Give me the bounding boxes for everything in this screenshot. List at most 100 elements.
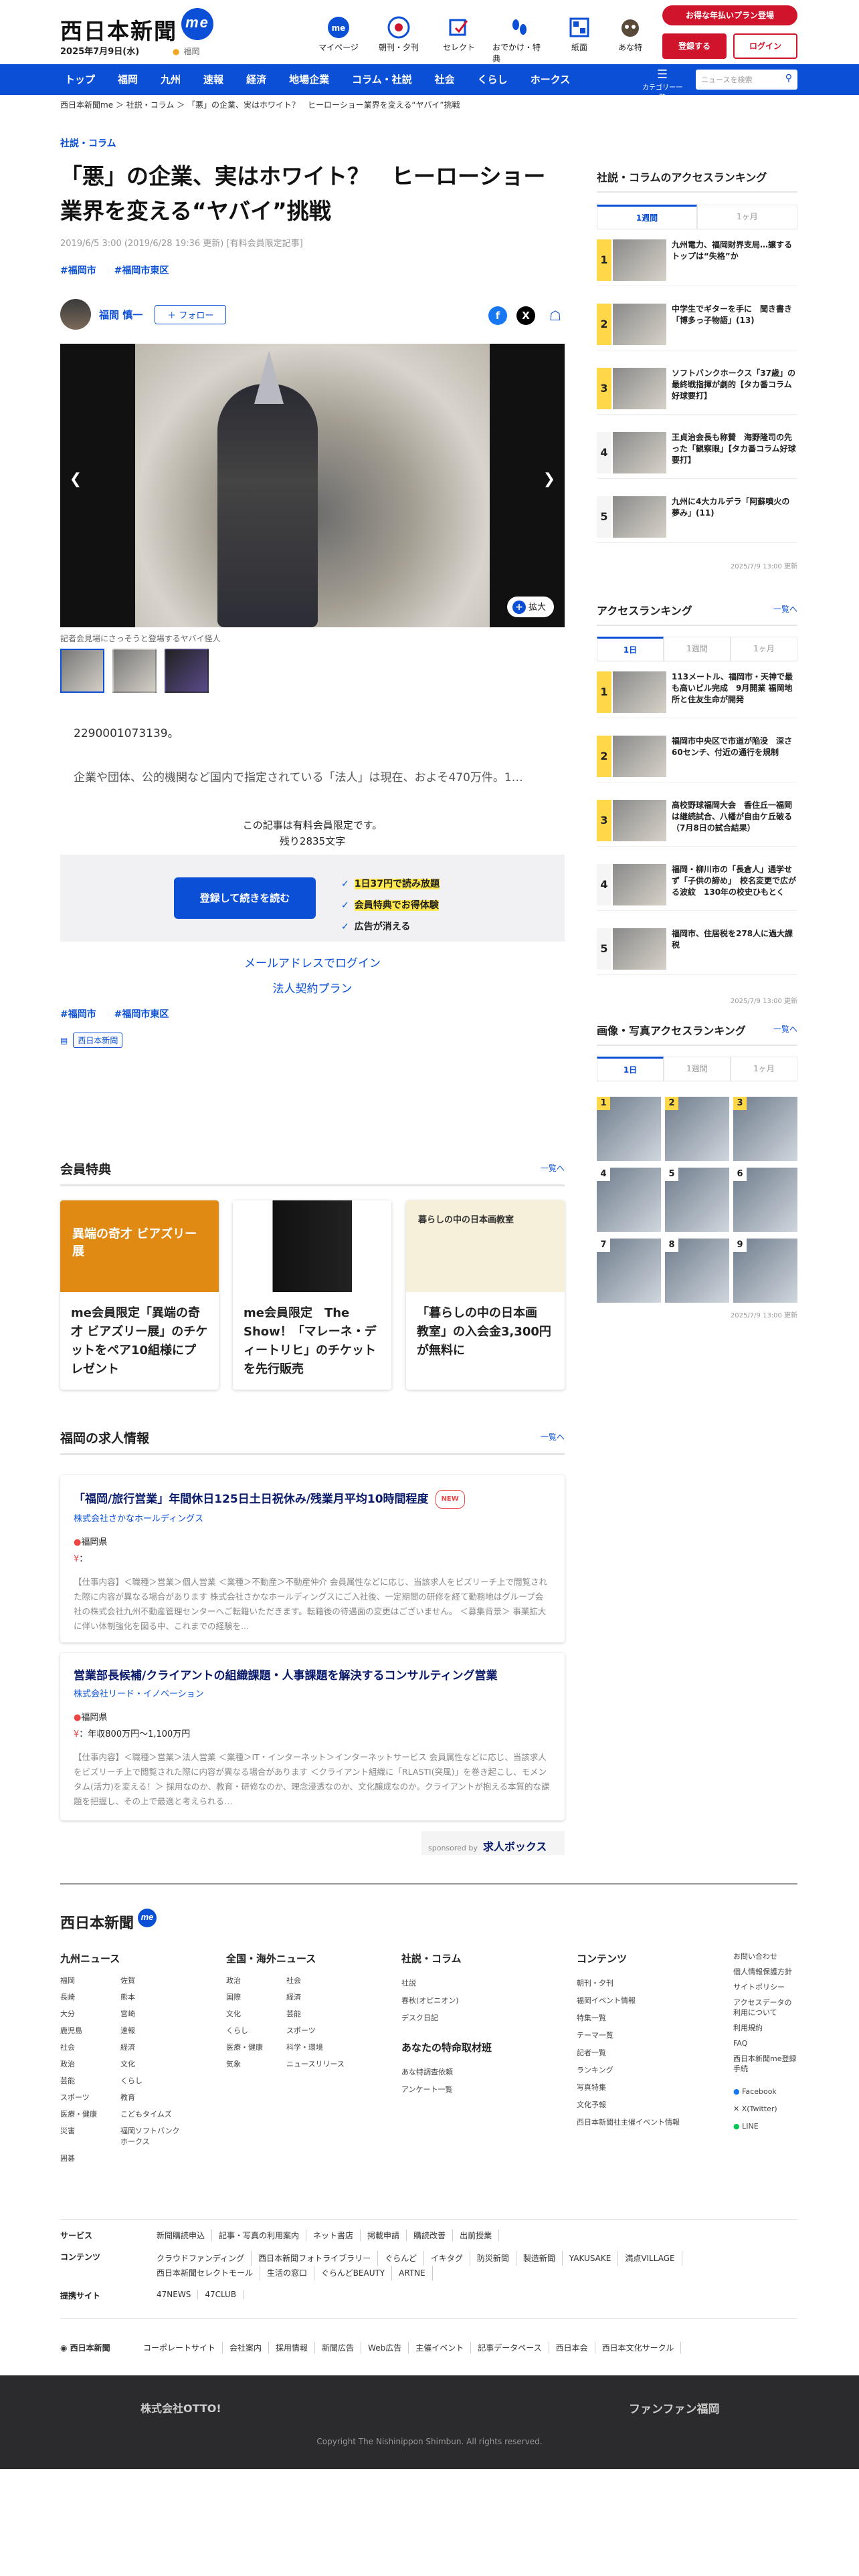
footer-link[interactable]: 福岡イベント情報: [577, 1992, 680, 2010]
footer-link[interactable]: 会社案内: [229, 2342, 270, 2353]
nav-item-column[interactable]: コラム・社説: [341, 64, 423, 95]
benefit-card[interactable]: me会員限定 The Show！「マレーネ・ディートリヒ」のチケットを先行販売: [233, 1200, 391, 1390]
register-button[interactable]: 登録する: [662, 33, 727, 59]
x-icon[interactable]: X: [516, 306, 535, 325]
footer-link[interactable]: 満点VILLAGE: [625, 2251, 682, 2266]
footer-link[interactable]: 佐賀: [120, 1975, 181, 1985]
footer-link[interactable]: 出前授業: [460, 2230, 500, 2241]
nav-item-fukuoka[interactable]: 福岡: [106, 64, 149, 95]
footer-link[interactable]: ニュースリリース: [286, 2058, 347, 2069]
footer-link[interactable]: 記者一覧: [577, 2044, 680, 2062]
footer-link[interactable]: 写真特集: [577, 2079, 680, 2097]
footer-link[interactable]: 西日本文化サークル: [602, 2342, 682, 2353]
footer-link[interactable]: 宮崎: [120, 2008, 181, 2019]
photo-tile[interactable]: 5: [665, 1168, 729, 1232]
footer-link[interactable]: 長崎: [60, 1992, 120, 2002]
footer-link[interactable]: あな特調査依頼: [401, 2064, 492, 2081]
sponsor-badge[interactable]: sponsored by 求人ボックス: [421, 1831, 565, 1855]
footer-logo[interactable]: 西日本新聞 me: [60, 1909, 157, 1933]
nav-paper[interactable]: 朝刊・夕刊: [372, 16, 425, 53]
ranking-item[interactable]: 3 ソフトバンクホークス「37歳」の最終戦指揮が劇的【タカ番コラム好球要打】: [597, 362, 797, 415]
facebook-icon[interactable]: f: [488, 306, 507, 325]
footer-link[interactable]: 科学・環境: [286, 2042, 347, 2052]
footer-link[interactable]: 記事・写真の利用案内: [219, 2230, 307, 2241]
nav-item-breaking[interactable]: 速報: [192, 64, 235, 95]
ranking-item[interactable]: 4 王貞治会長も称賛 海野隆司の先った「観察眼」【タカ番コラム好球要打】: [597, 427, 797, 479]
footer-link[interactable]: ARTNE: [399, 2266, 433, 2280]
footer-link[interactable]: 生活の窓口: [267, 2266, 315, 2280]
tab-1month[interactable]: 1ヶ月: [731, 637, 797, 661]
tab-1day[interactable]: 1日: [597, 1057, 664, 1081]
ranking-item[interactable]: 5 九州に4大カルデラ「阿蘇噴火の夢み」(11): [597, 491, 797, 543]
photo-tile[interactable]: 8: [665, 1239, 729, 1303]
tag-link[interactable]: #福岡市東区: [114, 265, 169, 276]
footer-link[interactable]: 気象: [226, 2058, 286, 2069]
footer-link[interactable]: 教育: [120, 2092, 181, 2103]
footer-link[interactable]: 特集一覧: [577, 2010, 680, 2027]
footer-link[interactable]: 掲載申請: [367, 2230, 407, 2241]
facebook-link[interactable]: ● Facebook: [733, 2083, 797, 2101]
job-card[interactable]: 「福岡/旅行営業」年間休日125日土日祝休み/残業月平均10時間程度 NEW 株式…: [60, 1475, 565, 1642]
photo-tile[interactable]: 9: [733, 1239, 797, 1303]
footer-link[interactable]: 社説: [401, 1975, 492, 1992]
footer-link[interactable]: テーマ一覧: [577, 2027, 680, 2044]
photo-tile[interactable]: 2: [665, 1097, 729, 1161]
footer-link[interactable]: 文化: [226, 2008, 286, 2019]
tab-1week[interactable]: 1週間: [664, 637, 731, 661]
footer-link[interactable]: お問い合わせ: [733, 1951, 797, 1961]
footer-link[interactable]: アンケート一覧: [401, 2081, 492, 2099]
footer-link[interactable]: ぐらんどBEAUTY: [321, 2266, 393, 2280]
footer-link[interactable]: 西日本新聞me登録手続: [733, 2054, 797, 2074]
footer-link[interactable]: 利用規約: [733, 2023, 797, 2033]
footer-link[interactable]: 個人情報保護方針: [733, 1967, 797, 1977]
footer-link[interactable]: 医療・健康: [226, 2042, 286, 2052]
footer-link[interactable]: 鹿児島: [60, 2025, 120, 2036]
footer-link[interactable]: 防災新聞: [477, 2251, 516, 2266]
footer-link[interactable]: 政治: [226, 1975, 286, 1985]
footer-link[interactable]: 西日本新聞フォトライブラリー: [258, 2251, 379, 2266]
footer-link[interactable]: ランキング: [577, 2062, 680, 2079]
nav-item-hawks[interactable]: ホークス: [519, 64, 582, 95]
tab-1week[interactable]: 1週間: [664, 1057, 731, 1081]
footer-link[interactable]: 朝刊・夕刊: [577, 1975, 680, 1992]
footer-link[interactable]: 新聞広告: [322, 2342, 362, 2353]
nav-item-local-biz[interactable]: 地場企業: [278, 64, 341, 95]
nav-item-life[interactable]: くらし: [466, 64, 519, 95]
footer-link[interactable]: 主催イベント: [415, 2342, 472, 2353]
photo-ranking-more[interactable]: 一覧へ: [773, 1023, 797, 1035]
footer-link[interactable]: 47CLUB: [205, 2290, 244, 2299]
footer-link[interactable]: 経済: [286, 1992, 347, 2002]
footer-link[interactable]: コーポレートサイト: [143, 2342, 223, 2353]
footer-link[interactable]: クラウドファンディング: [157, 2251, 252, 2266]
benefit-card[interactable]: 暮らしの中の日本画教室 「暮らしの中の日本画 教室」の入会金3,300円が無料に: [406, 1200, 565, 1390]
benefit-card[interactable]: 異端の奇才 ビアズリー展 me会員限定「異端の奇才 ビアズリー展」のチケットをペ…: [60, 1200, 219, 1390]
footer-link[interactable]: YAKUSAKE: [569, 2251, 619, 2266]
footer-link[interactable]: 47NEWS: [157, 2290, 199, 2299]
thumbnail[interactable]: [165, 649, 209, 693]
photo-tile[interactable]: 1: [597, 1097, 661, 1161]
footer-link[interactable]: Web広告: [368, 2342, 409, 2353]
login-button[interactable]: ログイン: [733, 33, 797, 59]
footer-link[interactable]: イキタグ: [431, 2251, 470, 2266]
footer-link[interactable]: 国際: [226, 1992, 286, 2002]
footer-link[interactable]: 芸能: [286, 2008, 347, 2019]
tab-1month[interactable]: 1ヶ月: [697, 205, 797, 229]
footer-link[interactable]: アクセスデータの利用について: [733, 1998, 797, 2018]
register-read-button[interactable]: 登録して続きを読む: [174, 877, 316, 919]
zoom-button[interactable]: + 拡大: [507, 597, 555, 617]
category-list-button[interactable]: ☰ カテゴリー一覧: [642, 68, 682, 102]
footer-link[interactable]: 経済: [120, 2042, 181, 2052]
email-login-link[interactable]: メールアドレスでログイン: [60, 954, 565, 970]
search-icon[interactable]: ⚲: [785, 73, 792, 84]
access-ranking-more[interactable]: 一覧へ: [773, 603, 797, 615]
tag-link[interactable]: #福岡市: [60, 265, 96, 276]
footer-link[interactable]: 西日本会: [556, 2342, 595, 2353]
fanfan-logo[interactable]: ファンファン福岡: [629, 2399, 720, 2416]
jobs-more-link[interactable]: 一覧へ: [541, 1431, 565, 1442]
nav-select[interactable]: セレクト: [432, 16, 486, 53]
nav-shimen[interactable]: 紙面: [553, 16, 606, 53]
nav-item-society[interactable]: 社会: [423, 64, 466, 95]
search-input[interactable]: ニュースを検索 ⚲: [696, 70, 797, 90]
ranking-item[interactable]: 4 福岡・柳川市の「長倉人」通学せず「子供の諦め」 校名変更で広がる波紋 130年…: [597, 859, 797, 911]
tag-link[interactable]: #福岡市: [60, 1009, 96, 1020]
